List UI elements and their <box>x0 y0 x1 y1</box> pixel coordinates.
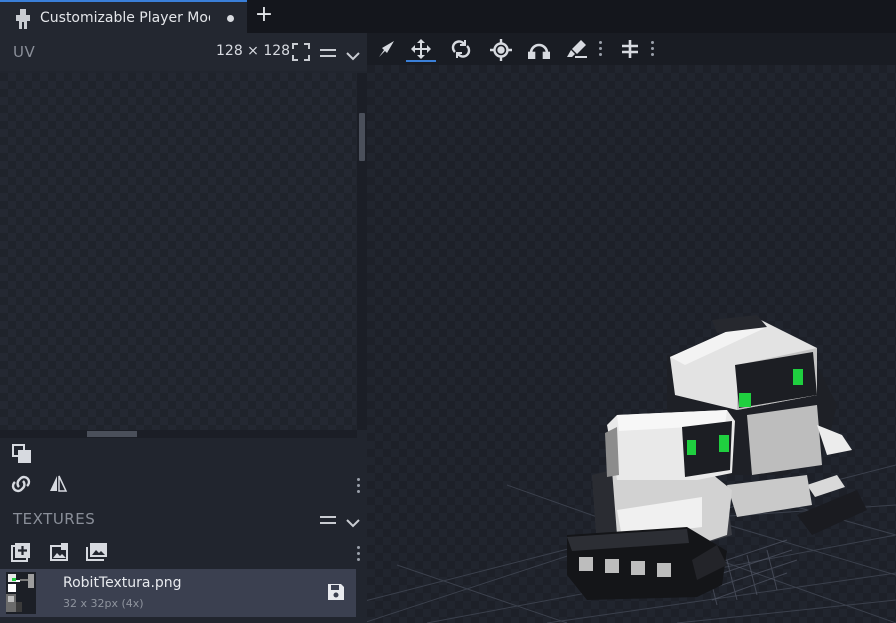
uv-panel-header: UV 128 ⨯ 128 <box>0 33 367 71</box>
tab-project[interactable]: Customizable Player Models <box>0 0 247 33</box>
scroll-thumb[interactable] <box>359 113 365 161</box>
left-panel: UV 128 ⨯ 128 TEXTURES RobitTextura.png 3… <box>0 33 367 623</box>
uv-horizontal-scrollbar[interactable] <box>0 430 357 438</box>
texture-list-scrollbar[interactable] <box>357 569 367 623</box>
copy-icon[interactable] <box>12 444 32 468</box>
uv-tools-row-2 <box>0 470 367 500</box>
fullscreen-icon[interactable] <box>292 43 310 65</box>
new-tab-button[interactable]: + <box>253 4 275 28</box>
texture-info: 32 x 32px (4x) <box>63 597 144 610</box>
viewport-toolbar <box>367 33 896 65</box>
chevron-down-icon[interactable] <box>346 513 360 532</box>
texture-thumbnail <box>6 572 36 614</box>
robot-front <box>567 410 735 600</box>
scroll-thumb[interactable] <box>87 431 137 437</box>
texture-gallery-icon[interactable] <box>86 542 108 566</box>
textures-panel-header: TEXTURES <box>0 504 367 534</box>
resize-icon[interactable] <box>523 36 553 62</box>
uv-vertical-scrollbar[interactable] <box>357 73 367 430</box>
vertex-snap-icon[interactable] <box>371 36 401 62</box>
tab-bar: Customizable Player Models + <box>0 0 896 33</box>
mirror-icon[interactable] <box>615 36 645 62</box>
uv-tools-row <box>0 440 367 470</box>
more-options-icon[interactable] <box>357 478 361 496</box>
collapse-panel-icon[interactable] <box>319 512 337 531</box>
import-texture-icon[interactable] <box>49 542 69 566</box>
model-scene <box>367 315 896 623</box>
unsaved-dot-icon[interactable] <box>227 15 234 22</box>
save-texture-icon[interactable] <box>327 583 345 605</box>
chevron-down-icon[interactable] <box>346 46 360 65</box>
rotate-icon[interactable] <box>446 36 476 62</box>
tab-title: Customizable Player Models <box>40 10 210 26</box>
mirror-uv-icon[interactable] <box>48 474 68 498</box>
textures-panel-title: TEXTURES <box>13 510 96 528</box>
more-options-icon[interactable] <box>651 41 655 59</box>
3d-viewport[interactable] <box>367 33 896 623</box>
texture-list-item[interactable]: RobitTextura.png 32 x 32px (4x) <box>0 569 356 617</box>
uv-editor-canvas[interactable] <box>0 73 356 430</box>
pivot-icon[interactable] <box>485 36 515 62</box>
paint-brush-icon[interactable] <box>561 36 591 62</box>
uv-panel-title: UV <box>13 43 36 61</box>
link-icon[interactable] <box>9 474 33 498</box>
collapse-panel-icon[interactable] <box>319 45 337 64</box>
more-options-icon[interactable] <box>599 41 603 59</box>
player-model-icon <box>16 9 30 33</box>
uv-size-label[interactable]: 128 ⨯ 128 <box>216 43 290 59</box>
more-options-icon[interactable] <box>357 546 361 564</box>
add-texture-icon[interactable] <box>11 542 31 566</box>
move-icon[interactable] <box>406 36 436 62</box>
texture-tools-row <box>0 538 367 568</box>
texture-name: RobitTextura.png <box>63 575 182 591</box>
